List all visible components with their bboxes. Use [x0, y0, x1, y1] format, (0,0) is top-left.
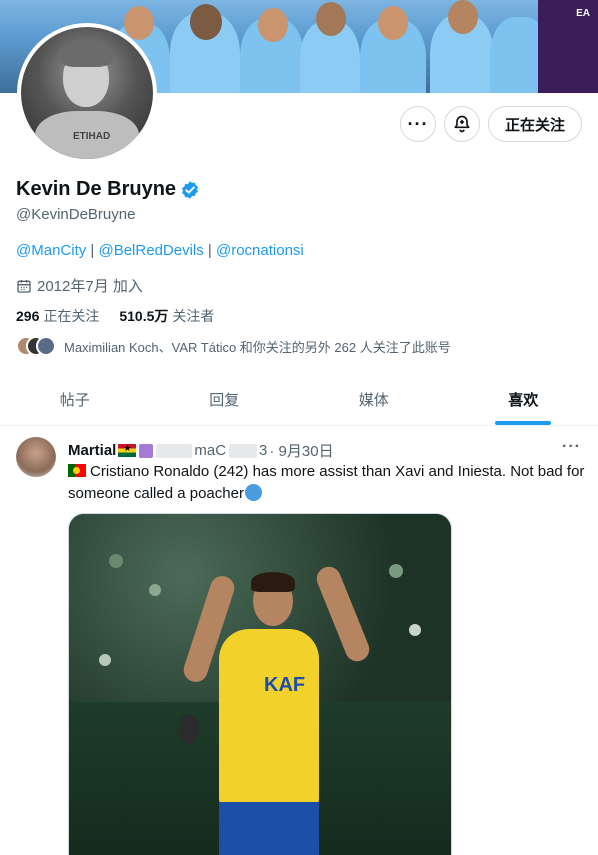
- more-icon: ···: [407, 113, 429, 134]
- more-options-button[interactable]: ···: [400, 106, 436, 142]
- shirt-sponsor-text: KAF: [264, 674, 306, 696]
- tweet-body: Cristiano Ronaldo (242) has more assist …: [68, 463, 585, 502]
- following-button[interactable]: 正在关注: [488, 106, 582, 142]
- profile-handle: @KevinDeBruyne: [16, 206, 136, 223]
- tweet-more-button[interactable]: ···: [562, 438, 581, 456]
- bio-link-mancity[interactable]: @ManCity: [16, 242, 86, 259]
- followers-stat[interactable]: 510.5万 关注者: [119, 306, 214, 326]
- bio-link-rocnationsi[interactable]: @rocnationsi: [216, 242, 304, 259]
- tweet-handle-suffix: 3: [259, 442, 268, 459]
- profile-tabs: 帖子 回复 媒体 喜欢: [0, 373, 598, 426]
- tab-posts[interactable]: 帖子: [0, 373, 150, 425]
- follow-stats: 296 正在关注 510.5万 关注者: [16, 306, 234, 326]
- tab-replies[interactable]: 回复: [150, 373, 300, 425]
- sponsor-label: EA: [576, 8, 590, 19]
- blurred-handle: [229, 443, 258, 458]
- sad-face-icon: [244, 484, 262, 501]
- tweet-author-avatar[interactable]: [16, 437, 56, 477]
- tweet-date[interactable]: · 9月30日: [269, 440, 333, 461]
- following-count: 296: [16, 308, 40, 324]
- ghana-flag-icon: [118, 443, 137, 457]
- profile-bio: @ManCity | @BelRedDevils | @rocnationsi: [16, 242, 304, 259]
- verified-badge-icon: [182, 180, 198, 199]
- name-row: Kevin De Bruyne: [16, 178, 200, 201]
- bio-separator: |: [203, 242, 216, 259]
- portugal-flag-icon: [68, 464, 86, 477]
- avatar-shirt-text: ETIHAD: [73, 131, 111, 142]
- tweet-header: Martial maC 3 · 9月30日: [68, 440, 334, 461]
- tab-media[interactable]: 媒体: [299, 373, 449, 425]
- bio-link-belreddevils[interactable]: @BelRedDevils: [98, 242, 203, 259]
- followed-by-text: Maximilian Koch、VAR Tático 和你关注的另外 262 人…: [64, 339, 451, 355]
- bio-separator: |: [86, 242, 99, 259]
- notifications-button[interactable]: [444, 106, 480, 142]
- followers-you-know[interactable]: Maximilian Koch、VAR Tático 和你关注的另外 262 人…: [16, 336, 451, 356]
- following-stat[interactable]: 296 正在关注: [16, 306, 99, 326]
- sponsor-board: EA: [538, 0, 598, 93]
- blurred-emoji: [139, 443, 154, 458]
- bell-plus-icon: [454, 115, 470, 133]
- joined-text: 2012年7月 加入: [37, 278, 143, 295]
- avatar-image: ETIHAD: [21, 27, 153, 159]
- blurred-text: [156, 443, 193, 458]
- tweet-author-name[interactable]: Martial: [68, 442, 116, 459]
- joined-date: 2012年7月 加入: [16, 275, 143, 296]
- followers-count: 510.5万: [119, 308, 169, 324]
- calendar-icon: [17, 279, 31, 293]
- tweet-text: Cristiano Ronaldo (242) has more assist …: [68, 461, 588, 505]
- profile-avatar[interactable]: ETIHAD: [17, 23, 157, 163]
- tweet-media-image[interactable]: KAF: [68, 513, 452, 855]
- mutual-avatars: [16, 336, 56, 356]
- tab-likes[interactable]: 喜欢: [449, 373, 598, 425]
- followers-label: 关注者: [172, 308, 215, 324]
- following-label: 正在关注: [43, 308, 100, 324]
- tweet-author-handle[interactable]: maC: [194, 442, 226, 459]
- display-name: Kevin De Bruyne: [16, 178, 177, 200]
